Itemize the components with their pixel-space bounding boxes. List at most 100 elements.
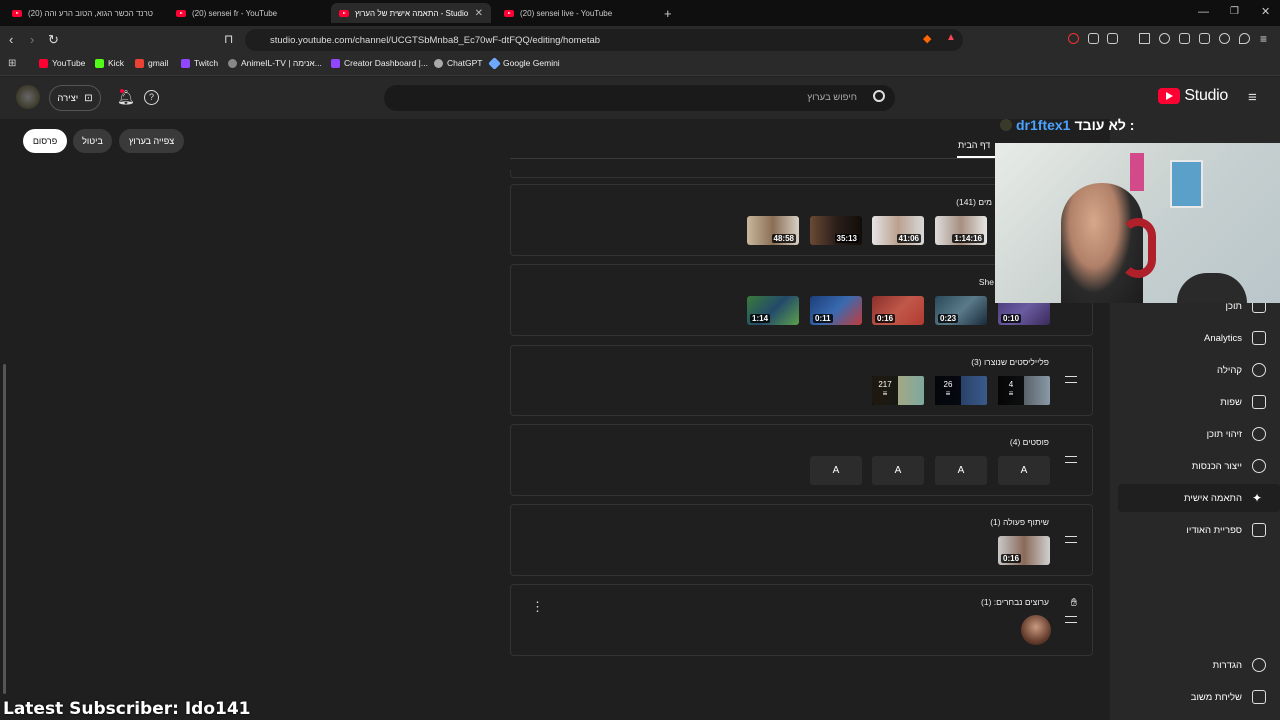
sidebar-item-feedback[interactable]: שליחת משוב [1118, 683, 1280, 711]
reload-icon[interactable]: ↻ [48, 32, 59, 48]
sidebar-item-analytics[interactable]: Analytics [1118, 324, 1280, 352]
streamer-avatar [1000, 119, 1012, 131]
browser-tab[interactable]: טרנד הכשר הגוא, הטוב הרע והה (20) [4, 3, 164, 23]
drag-handle-icon[interactable] [1065, 376, 1077, 383]
short-thumbnail[interactable]: 0:23 [935, 296, 987, 325]
hamburger-menu-icon[interactable]: ≡ [1248, 89, 1257, 106]
chatgpt-icon [434, 58, 443, 68]
sidebar-item-label: Analytics [1203, 332, 1242, 344]
sidebar-item-label: זיהוי תוכן [1206, 428, 1242, 440]
minimize-icon[interactable]: — [1198, 6, 1209, 18]
short-thumbnail[interactable]: 0:16 [872, 296, 924, 325]
close-tab-icon[interactable]: ✕ [475, 8, 483, 19]
section-title: ערוצים נבחרים: (1) [981, 597, 1049, 607]
help-icon[interactable]: ? [144, 90, 159, 105]
sidebar-toggle-icon[interactable] [1179, 33, 1190, 44]
studio-header: יצירה ⊡ 🔔︎ ? חיפוש בערוץ Studio ≡ [0, 77, 1280, 119]
back-icon[interactable]: ‹ [9, 32, 13, 47]
video-thumbnail[interactable]: 1:14:16 [935, 216, 987, 245]
youtube-studio-logo[interactable]: Studio [1158, 87, 1228, 105]
search-input[interactable]: חיפוש בערוץ [384, 85, 895, 111]
video-duration: 35:13 [834, 234, 859, 243]
screenshot-icon[interactable] [1107, 33, 1118, 44]
sidebar-item-settings[interactable]: הגדרות [1118, 651, 1280, 679]
video-thumbnail[interactable]: 0:16 [998, 536, 1050, 565]
extension-icon[interactable] [1068, 33, 1079, 44]
collaboration-section: שיתוף פעולה (1) 0:16 [510, 504, 1093, 576]
create-label: יצירה [57, 92, 79, 104]
extensions-icon[interactable] [1088, 33, 1099, 44]
drag-handle-icon[interactable] [1065, 456, 1077, 463]
tab-title: (20) sensei live - YouTube [520, 8, 613, 18]
tab-home[interactable]: דף הבית [958, 140, 990, 150]
address-bar[interactable]: studio.youtube.com/channel/UCGTSbMnba8_E… [245, 29, 963, 51]
brave-rewards-icon[interactable]: ▲ [946, 32, 956, 43]
sidebar-item-monetization[interactable]: ייצור הכנסות [1118, 452, 1280, 480]
browser-toolbar: ‹ › ↻ ⊓ studio.youtube.com/channel/UCGTS… [0, 26, 1280, 54]
sidebar-item-languages[interactable]: שפות [1118, 388, 1280, 416]
download-icon[interactable] [1139, 33, 1150, 44]
music-icon[interactable] [1159, 33, 1170, 44]
browser-tab[interactable]: (20) sensei live - YouTube [496, 3, 656, 23]
sidebar-item-customization[interactable]: התאמה אישית ✦ [1118, 484, 1280, 512]
sidebar-item-community[interactable]: קהילה [1118, 356, 1280, 384]
bookmark-twitch[interactable]: Twitch [181, 58, 218, 68]
short-thumbnail[interactable]: 1:14 [747, 296, 799, 325]
bookmark-icon[interactable]: ⊓ [224, 32, 233, 46]
vpn-shield-icon[interactable] [1239, 33, 1250, 44]
browser-tab-active[interactable]: התאמה אישית של הערוץ - Studio ✕ [331, 3, 491, 23]
wallet-icon[interactable] [1199, 33, 1210, 44]
cancel-button[interactable]: ביטול [73, 129, 112, 153]
gmail-icon [135, 58, 144, 68]
search-placeholder: חיפוש בערוץ [807, 92, 857, 103]
create-button[interactable]: יצירה ⊡ [49, 85, 101, 111]
playlist-thumbnail[interactable]: 26 ≡ [935, 376, 987, 405]
avatar[interactable] [16, 85, 40, 109]
post-preview[interactable]: A [872, 456, 924, 485]
bookmark-youtube[interactable]: YouTube [39, 58, 85, 68]
post-preview[interactable]: A [935, 456, 987, 485]
channel-avatar[interactable] [1021, 615, 1051, 645]
tab-title: התאמה אישית של הערוץ - Studio [355, 8, 469, 18]
video-thumbnail[interactable]: 35:13 [810, 216, 862, 245]
chair [1177, 273, 1247, 303]
apps-grid-icon[interactable]: ⊞ [8, 58, 16, 69]
bookmark-gmail[interactable]: gmail [135, 58, 168, 68]
close-window-icon[interactable]: ✕ [1261, 5, 1270, 18]
hand-cursor-icon: ✋︎ [1070, 597, 1077, 609]
search-icon[interactable] [873, 90, 885, 102]
bookmark-animeil[interactable]: AnimeIL-TV | אנימה... [228, 58, 322, 68]
leo-ai-icon[interactable] [1219, 33, 1230, 44]
browser-tab[interactable]: (20) sensei fr - YouTube [168, 3, 328, 23]
headset-icon [1120, 218, 1156, 278]
scrollbar[interactable] [3, 364, 6, 694]
new-tab-icon[interactable]: + [664, 6, 672, 21]
community-icon [1252, 363, 1266, 377]
short-thumbnail[interactable]: 0:11 [810, 296, 862, 325]
playlist-thumbnail[interactable]: 4 ≡ [998, 376, 1050, 405]
post-preview[interactable]: A [810, 456, 862, 485]
sidebar-item-content-detection[interactable]: זיהוי תוכן [1118, 420, 1280, 448]
bookmark-chatgpt[interactable]: ChatGPT [434, 58, 482, 68]
view-channel-button[interactable]: צפייה בערוץ [119, 129, 184, 153]
more-options-icon[interactable]: ⋮ [531, 599, 544, 615]
video-thumbnail[interactable]: 48:58 [747, 216, 799, 245]
bookmark-gemini[interactable]: Google Gemini [488, 56, 560, 70]
restore-icon[interactable]: ❐ [1230, 6, 1239, 17]
forward-icon[interactable]: › [30, 32, 34, 47]
section-title: שיתוף פעולה (1) [990, 517, 1049, 527]
playlist-thumbnail[interactable]: 217 ≡ [872, 376, 924, 405]
brave-shield-icon[interactable]: ◆ [923, 32, 931, 45]
sidebar-item-audio-library[interactable]: ספריית האודיו [1118, 516, 1280, 544]
bookmark-creator-dashboard[interactable]: Creator Dashboard |... [331, 58, 428, 68]
drag-handle-icon[interactable] [1065, 616, 1077, 623]
youtube-favicon-icon [176, 9, 186, 17]
publish-button[interactable]: פרסום [23, 129, 67, 153]
video-thumbnail[interactable]: 41:06 [872, 216, 924, 245]
sidebar-item-label: ספריית האודיו [1186, 524, 1242, 536]
post-preview[interactable]: A [998, 456, 1050, 485]
menu-icon[interactable]: ≡ [1260, 32, 1267, 46]
drag-handle-icon[interactable] [1065, 536, 1077, 543]
short-duration: 0:11 [813, 314, 833, 323]
bookmark-kick[interactable]: Kick [95, 58, 124, 68]
